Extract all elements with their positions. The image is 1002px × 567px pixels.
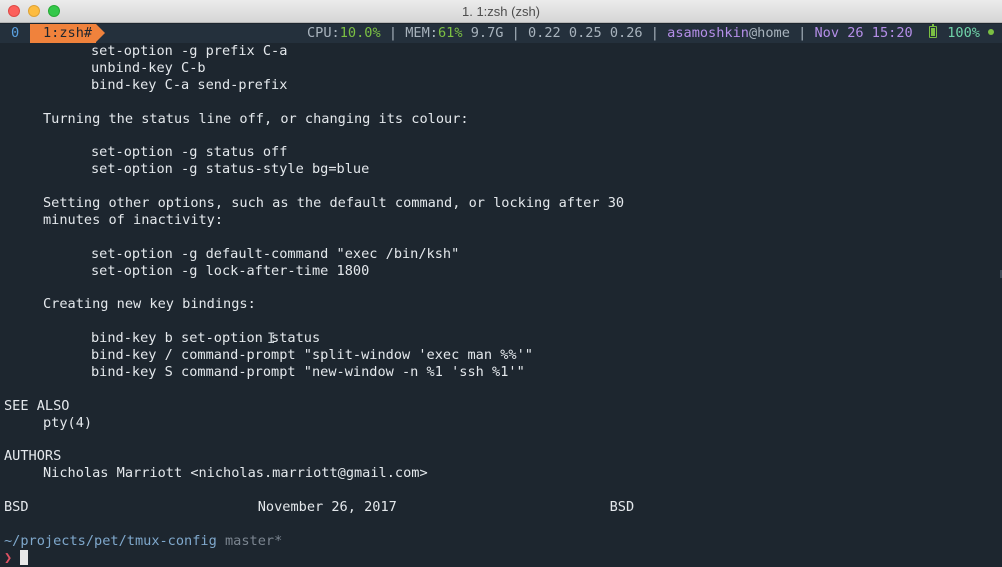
man-line: Turning the status line off, or changing… — [43, 110, 469, 127]
ibeam-cursor-icon: I — [267, 331, 276, 347]
status-separator: | — [503, 25, 528, 41]
status-time: 15:20 — [863, 25, 913, 41]
man-line — [4, 94, 994, 111]
status-separator: | — [642, 25, 668, 41]
cpu-label: CPU: — [306, 25, 340, 41]
git-branch: master* — [216, 532, 283, 549]
window-title: 1. 1:zsh (zsh) — [461, 4, 541, 19]
mem-used: 9.7G — [462, 25, 504, 41]
man-line: bind-key S command-prompt "new-window -n… — [91, 363, 525, 380]
man-line: pty(4) — [43, 414, 93, 431]
prompt-path: ~/projects/pet/tmux-config — [4, 532, 217, 549]
tmux-window-tab[interactable]: 1:zsh# — [30, 24, 106, 43]
title-bar: 1. 1:zsh (zsh) — [0, 0, 1002, 23]
man-line: bind-key C-a send-prefix — [91, 76, 288, 93]
man-line — [4, 313, 994, 330]
status-right: CPU:10.0% | MEM:61% 9.7G | 0.22 0.25 0.2… — [307, 24, 994, 43]
man-line: Creating new key bindings: — [43, 296, 256, 313]
prompt-line: ~/projects/pet/tmux-config master* — [4, 533, 994, 550]
tmux-window-index[interactable]: 0 — [11, 24, 19, 43]
battery-percent: 100% — [947, 25, 980, 41]
battery-icon — [929, 24, 938, 38]
man-line: Setting other options, such as the defau… — [43, 195, 625, 212]
cpu-value: 10.0% — [339, 25, 381, 41]
man-line — [4, 482, 994, 499]
man-line — [4, 229, 994, 246]
man-line — [4, 516, 994, 533]
man-line — [4, 178, 994, 195]
mem-label: MEM: — [405, 25, 438, 41]
username: asamoshkin — [667, 25, 749, 41]
prompt-arrow-icon: ❯ — [4, 549, 13, 566]
man-line: set-option -g lock-after-time 1800 — [91, 262, 370, 279]
man-line: unbind-key C-b — [91, 59, 206, 76]
man-line: set-option -g default-command "exec /bin… — [91, 245, 460, 262]
man-line: set-option -g prefix C-a — [91, 43, 288, 59]
man-line: Nicholas Marriott <nicholas.marriott@gma… — [43, 465, 428, 482]
man-line: bind-key / command-prompt "split-window … — [91, 347, 533, 364]
man-page-content: set-option -g prefix C-a unbind-key C-b bi… — [4, 43, 994, 533]
man-line — [4, 431, 994, 448]
man-line — [4, 279, 994, 296]
man-line: bind-key b set-option status — [91, 330, 321, 347]
terminal-cursor — [20, 549, 29, 565]
terminal-window: 1. 1:zsh (zsh) 0 1:zsh# CPU:10.0% | MEM:… — [0, 0, 1002, 567]
mem-percent: 61% — [437, 25, 463, 41]
man-line: BSD November 26, 2017 BSD — [4, 499, 635, 516]
status-date: Nov 26 — [814, 25, 864, 41]
man-line — [4, 127, 994, 144]
terminal-output[interactable]: set-option -g prefix C-a unbind-key C-b bi… — [4, 43, 994, 567]
hostname: @home — [748, 25, 790, 41]
status-separator: | — [380, 25, 406, 41]
man-line: minutes of inactivity: — [43, 211, 224, 228]
status-dot-icon — [988, 29, 994, 35]
input-line[interactable]: ❯ — [4, 549, 994, 567]
man-line — [4, 381, 994, 398]
man-line: set-option -g status off — [91, 144, 288, 161]
man-line: AUTHORS — [4, 448, 62, 465]
status-separator: | — [789, 25, 815, 41]
tmux-status-bar: 0 1:zsh# CPU:10.0% | MEM:61% 9.7G | 0.22… — [0, 24, 1002, 43]
man-line: set-option -g status-style bg=blue — [91, 161, 370, 178]
man-line: SEE ALSO — [4, 397, 70, 414]
load-average: 0.22 0.25 0.26 — [528, 25, 643, 41]
